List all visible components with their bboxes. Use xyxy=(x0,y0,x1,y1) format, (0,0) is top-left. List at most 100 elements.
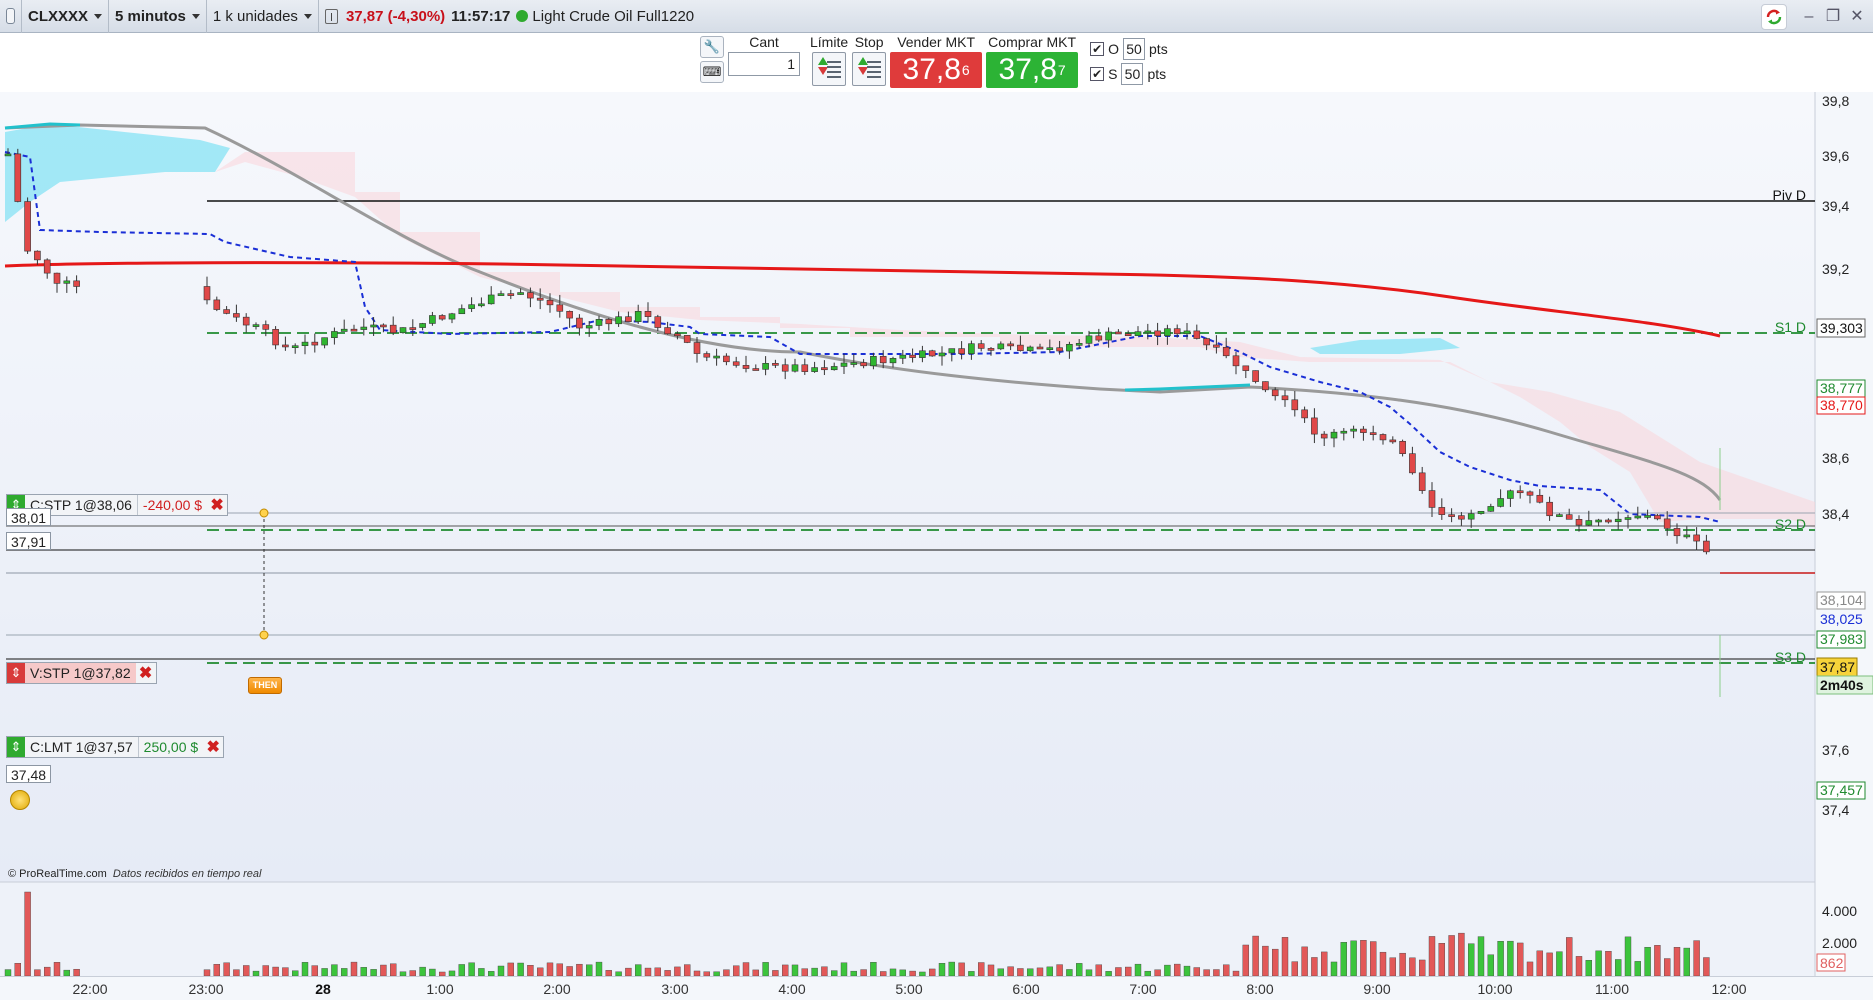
buy-limit-order-tag[interactable]: ⇕ C:LMT 1@37,57 250,00 $ ✖ xyxy=(6,736,225,758)
volume-bar xyxy=(380,964,387,976)
candle-body xyxy=(1301,409,1308,419)
volume-bar xyxy=(53,962,61,976)
candle-body xyxy=(1203,338,1210,346)
volume-bar xyxy=(1007,966,1014,976)
candle-body xyxy=(1271,389,1279,397)
candle-body xyxy=(1046,347,1054,350)
time-tick: 22:00 xyxy=(72,981,108,997)
candle-body xyxy=(585,325,593,329)
candle-body xyxy=(1330,431,1338,439)
drag-handle-icon[interactable]: ⇕ xyxy=(7,737,25,757)
candle-body xyxy=(340,328,348,332)
time-axis[interactable]: 22:00 23:00 28 1:00 2:00 3:00 4:00 5:00 … xyxy=(0,976,1873,1000)
volume-bar xyxy=(1526,961,1534,976)
candle-body xyxy=(53,272,61,284)
sync-icon[interactable] xyxy=(1761,4,1787,30)
time-tick: 9:00 xyxy=(1363,981,1391,997)
volume-bar xyxy=(635,964,642,976)
volume-bar xyxy=(1575,956,1583,976)
bell-icon[interactable] xyxy=(10,790,30,810)
candle-body xyxy=(223,309,230,314)
candle-body xyxy=(664,327,671,335)
volume-bar xyxy=(762,962,769,976)
info-icon[interactable] xyxy=(324,8,338,24)
quote-time: 11:57:17 xyxy=(451,7,511,25)
keyboard-icon[interactable]: ⌨ xyxy=(700,61,724,83)
cancel-order-icon[interactable]: ✖ xyxy=(207,495,227,515)
s1-price-tag: 38,777 xyxy=(1820,380,1863,396)
volume-bar xyxy=(1222,964,1230,976)
candle-body xyxy=(497,293,505,296)
then-anchor-top[interactable] xyxy=(259,508,269,518)
candle-body xyxy=(1075,343,1083,346)
objective-checkbox[interactable]: ✔ xyxy=(1090,42,1105,56)
candle-body xyxy=(928,350,936,357)
objective-label: O xyxy=(1108,41,1120,57)
volume-bar xyxy=(1311,957,1318,976)
then-anchor-bottom[interactable] xyxy=(259,630,269,640)
stop-order-button[interactable] xyxy=(852,52,887,86)
volume-bar xyxy=(1193,967,1201,976)
candle-body xyxy=(1144,330,1152,334)
candle-body xyxy=(419,323,426,328)
drag-grip-icon[interactable] xyxy=(0,0,22,33)
units-selector[interactable]: 1 k unidades xyxy=(207,0,319,33)
candle-body xyxy=(576,317,583,329)
trading-window: CLXXXX 5 minutos 1 k unidades 37,87 (-4,… xyxy=(0,0,1873,1000)
candle-body xyxy=(830,366,838,371)
buy-market-label: Comprar MKT xyxy=(988,34,1077,50)
stop-checkbox[interactable]: ✔ xyxy=(1090,67,1105,81)
candle-body xyxy=(1193,330,1201,339)
stop-points-input[interactable]: 50 xyxy=(1121,63,1144,85)
candle-body xyxy=(1663,518,1671,529)
candle-body xyxy=(1242,365,1250,371)
price-chart[interactable]: Piv D S1 D S2 D S3 D 39,8 39,6 39,4 39,2… xyxy=(0,92,1873,882)
drag-handle-icon[interactable]: ⇕ xyxy=(7,663,25,683)
chevron-down-icon xyxy=(191,13,200,19)
volume-bar xyxy=(14,963,22,976)
buy-market-button[interactable]: 37,8 7 xyxy=(986,52,1079,88)
volume-bar xyxy=(1271,948,1279,976)
volume-bar xyxy=(625,967,632,976)
candle-body xyxy=(1399,440,1406,454)
candle-body xyxy=(1124,333,1132,337)
symbol-selector[interactable]: CLXXXX xyxy=(22,0,110,33)
wrench-icon[interactable]: 🔧 xyxy=(700,36,724,58)
restore-icon[interactable]: ❐ xyxy=(1823,7,1843,27)
quantity-input[interactable]: 1 xyxy=(728,52,800,76)
minimize-icon[interactable]: – xyxy=(1799,7,1819,27)
symbol-label: CLXXXX xyxy=(28,7,89,25)
limit-order-button[interactable] xyxy=(812,52,847,86)
candle-body xyxy=(762,363,769,370)
volume-bar xyxy=(1467,943,1475,976)
sell-market-button[interactable]: 37,8 6 xyxy=(890,52,983,88)
volume-bar xyxy=(684,964,691,976)
candle-body xyxy=(634,311,642,322)
volume-bar xyxy=(223,962,230,976)
candle-body xyxy=(203,286,211,301)
volume-bar xyxy=(595,961,603,976)
interval-selector[interactable]: 5 minutos xyxy=(109,0,207,33)
price-tick: 39,8 xyxy=(1822,93,1849,109)
candle-body xyxy=(889,358,897,364)
candle-body xyxy=(566,310,573,319)
close-icon[interactable]: ✕ xyxy=(1847,7,1867,27)
volume-bar xyxy=(1497,941,1504,976)
volume-bar xyxy=(350,961,358,976)
cancel-order-icon[interactable]: ✖ xyxy=(203,737,223,757)
volume-bar xyxy=(478,968,485,976)
candle-body xyxy=(595,319,603,326)
candle-body xyxy=(1644,515,1651,518)
candle-body xyxy=(821,367,828,371)
cancel-order-icon[interactable]: ✖ xyxy=(136,663,156,683)
objective-points-input[interactable]: 50 xyxy=(1123,38,1146,60)
bar-countdown: 2m40s xyxy=(1820,677,1864,693)
volume-chart[interactable]: 4.000 2.000 862 xyxy=(0,882,1873,976)
candle-body xyxy=(242,316,250,326)
volume-bar xyxy=(1693,940,1700,976)
volume-bar xyxy=(1046,966,1054,976)
candle-body xyxy=(997,343,1005,350)
then-badge[interactable]: THEN xyxy=(248,677,282,694)
candle-body xyxy=(63,280,71,284)
sell-stop-order-tag[interactable]: ⇕ V:STP 1@37,82 ✖ xyxy=(6,662,157,684)
